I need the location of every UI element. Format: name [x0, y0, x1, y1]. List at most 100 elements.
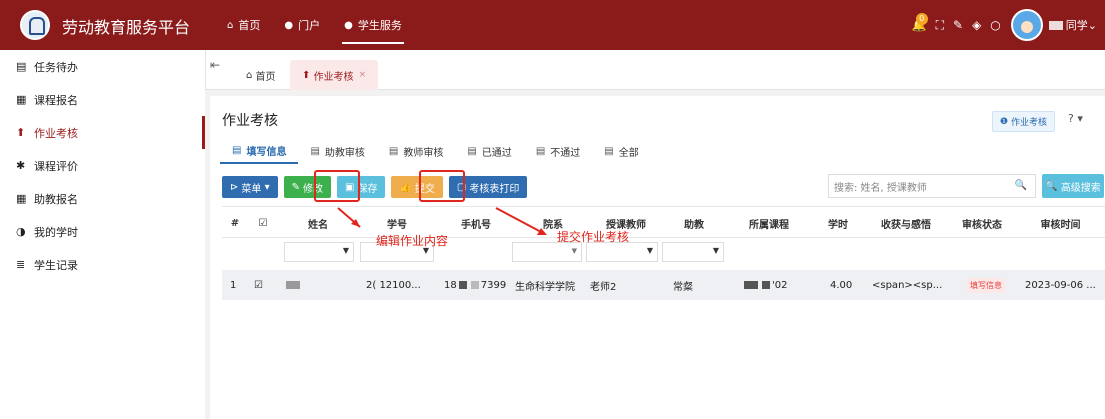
tab-passed[interactable]: ▤ 已通过 — [455, 138, 523, 164]
user-name: 同学 — [1065, 19, 1088, 32]
grid-icon: ▤ — [310, 145, 320, 157]
col-status[interactable]: 审核状态 — [948, 207, 1016, 239]
topnav-portal[interactable]: ● 门户 — [272, 0, 332, 50]
tab-label: 全部 — [618, 147, 639, 159]
col-name[interactable]: 姓名 — [278, 207, 358, 239]
row-checkbox[interactable]: ☑ — [254, 270, 263, 300]
annotation-edit: 编辑作业内容 — [376, 234, 449, 248]
tab-label: 教师审核 — [403, 147, 444, 159]
theme-icon[interactable]: ✎ — [953, 18, 963, 32]
teacher-filter[interactable]: ▼ — [586, 242, 658, 262]
assistant-signup-icon: ▦ — [16, 192, 27, 205]
skin-icon[interactable]: ◈ — [972, 18, 981, 32]
advanced-search-button[interactable]: 🔍 高级搜索 — [1042, 174, 1104, 198]
status-tabs: ▤ 填写信息 ▤ 助教审核 ▤ 教师审核 ▤ 已通过 ▤ 不通过 ▤ 全部 — [220, 138, 651, 164]
sidebar-item-label: 课程评价 — [34, 159, 78, 173]
info-icon: ❶ — [1000, 116, 1011, 127]
page-tab-homework-assessment[interactable]: ⬆ 作业考核 × — [290, 60, 379, 90]
annotation-submit: 提交作业考核 — [557, 230, 630, 244]
topnav-student-service-label: 学生服务 — [357, 19, 402, 32]
col-review-time[interactable]: 审核时间 — [1016, 207, 1105, 239]
sidebar-item-student-records[interactable]: ≣ 学生记录 — [0, 248, 205, 281]
collapse-sidebar-icon[interactable]: ⇤ — [210, 58, 220, 72]
page-tab-home[interactable]: ⌂ 首页 — [234, 60, 288, 90]
sidebar: ▤ 任务待办 ▦ 课程报名 ⬆ 作业考核 ✱ 课程评价 ▦ 助教报名 ◑ 我的学… — [0, 50, 205, 419]
university-logo-icon — [20, 10, 50, 40]
sidebar-item-label: 课程报名 — [34, 93, 78, 107]
refresh-icon[interactable]: ○ — [990, 18, 1000, 32]
topnav-student-service[interactable]: ● 学生服务 — [332, 0, 414, 50]
home-icon: ⌂ — [227, 19, 234, 31]
top-bar: 劳动教育服务平台 ⌂ 首页 ● 门户 ● 学生服务 🔔 0 ⛶ ✎ ◈ ○ 同学 … — [0, 0, 1105, 50]
star-icon: ✱ — [16, 159, 26, 172]
assistant-filter[interactable]: ▼ — [662, 242, 724, 262]
page-title: 作业考核 — [222, 113, 278, 129]
grid-icon: ▤ — [232, 144, 242, 156]
search-input[interactable]: 搜索: 姓名, 授课教师 🔍 — [828, 174, 1036, 198]
row-name-redacted — [284, 270, 302, 300]
sidebar-item-tasks[interactable]: ▤ 任务待办 — [0, 50, 205, 83]
filter-icon[interactable]: ▼ — [647, 246, 653, 255]
row-reflection: <span><sp... — [872, 279, 943, 291]
help-button[interactable]: ❶ 作业考核 — [992, 111, 1055, 132]
filter-icon[interactable]: ▼ — [343, 246, 349, 255]
tab-fill-info[interactable]: ▤ 填写信息 — [220, 138, 299, 164]
search-icon[interactable]: 🔍 — [1015, 180, 1027, 191]
help-button-label: 作业考核 — [1010, 118, 1047, 128]
half-circle-icon: ◑ — [16, 225, 26, 238]
col-hours[interactable]: 学时 — [812, 207, 864, 239]
avatar[interactable] — [1010, 9, 1043, 41]
menu-button-label: 菜单 — [241, 183, 262, 195]
sidebar-item-homework-assessment[interactable]: ⬆ 作业考核 — [0, 116, 205, 149]
col-reflection[interactable]: 收获与感悟 — [864, 207, 948, 239]
filter-icon[interactable]: ▼ — [713, 246, 719, 255]
tab-label: 已通过 — [481, 147, 512, 159]
status-badge: 填写信息 — [967, 270, 1005, 300]
course-signup-icon: ▦ — [16, 93, 27, 106]
user-menu[interactable]: 同学 ⌄ — [1048, 17, 1097, 33]
sidebar-item-assistant-signup[interactable]: ▦ 助教报名 — [0, 182, 205, 215]
save-button-label: 保存 — [357, 183, 378, 195]
sidebar-item-label: 我的学时 — [34, 225, 78, 239]
sidebar-item-label: 作业考核 — [34, 126, 78, 140]
sidebar-item-label: 助教报名 — [34, 192, 78, 206]
sidebar-item-course-signup[interactable]: ▦ 课程报名 — [0, 83, 205, 116]
row-department: 生命科学学院 — [515, 281, 575, 293]
tab-assistant-review[interactable]: ▤ 助教审核 — [298, 138, 376, 164]
name-filter[interactable]: ▼ — [284, 242, 354, 262]
col-select-all[interactable]: ☑ — [248, 207, 278, 239]
tab-rejected[interactable]: ▤ 不通过 — [524, 138, 592, 164]
sidebar-item-label: 任务待办 — [34, 60, 78, 74]
page-tab-bar: ⇤ ⌂ 首页 ⬆ 作业考核 × — [205, 50, 1105, 90]
sidebar-item-course-evaluation[interactable]: ✱ 课程评价 — [0, 149, 205, 182]
caret-down-icon: ▾ — [264, 181, 270, 193]
row-phone: 18 7399 — [444, 279, 507, 291]
col-assistant[interactable]: 助教 — [662, 207, 726, 239]
question-icon[interactable]: ? ▾ — [1068, 112, 1083, 125]
tab-teacher-review[interactable]: ▤ 教师审核 — [377, 138, 455, 164]
fullscreen-icon[interactable]: ⛶ — [936, 18, 944, 33]
home-icon: ⌂ — [246, 69, 256, 81]
notification-bell-icon[interactable]: 🔔 0 — [912, 13, 928, 32]
menu-button[interactable]: ⊳ 菜单 ▾ — [222, 176, 278, 198]
topnav-home[interactable]: ⌂ 首页 — [215, 0, 272, 50]
row-index: 1 — [230, 279, 237, 291]
col-course[interactable]: 所属课程 — [726, 207, 812, 239]
row-review-time: 2023-09-06 ... — [1025, 279, 1096, 291]
sidebar-item-label: 学生记录 — [34, 258, 78, 272]
topnav-portal-label: 门户 — [298, 19, 321, 32]
upload-icon: ⬆ — [16, 126, 26, 139]
tab-all[interactable]: ▤ 全部 — [592, 138, 650, 164]
close-icon[interactable]: × — [359, 70, 367, 80]
app-title: 劳动教育服务平台 — [62, 18, 191, 37]
filter-row: ▼ ▼ ▼ ▼ ▼ — [222, 238, 1105, 266]
status-badge-label: 填写信息 — [967, 277, 1005, 293]
table-row[interactable]: 1 ☑ 2( 12100... 18 7399 生命科学学院 老师2 常粲 '02… — [222, 270, 1105, 300]
department-select[interactable]: ▼ — [512, 242, 582, 262]
sidebar-item-my-hours[interactable]: ◑ 我的学时 — [0, 215, 205, 248]
page-tab-home-label: 首页 — [255, 71, 276, 83]
row-course: '02 — [742, 270, 787, 300]
table-header: # ☑ 姓名 学号 手机号 院系 授课教师 助教 所属课程 学时 收获与感悟 审… — [222, 206, 1105, 238]
redacted-name-block — [1048, 20, 1063, 30]
page-tab-current-label: 作业考核 — [313, 71, 354, 83]
